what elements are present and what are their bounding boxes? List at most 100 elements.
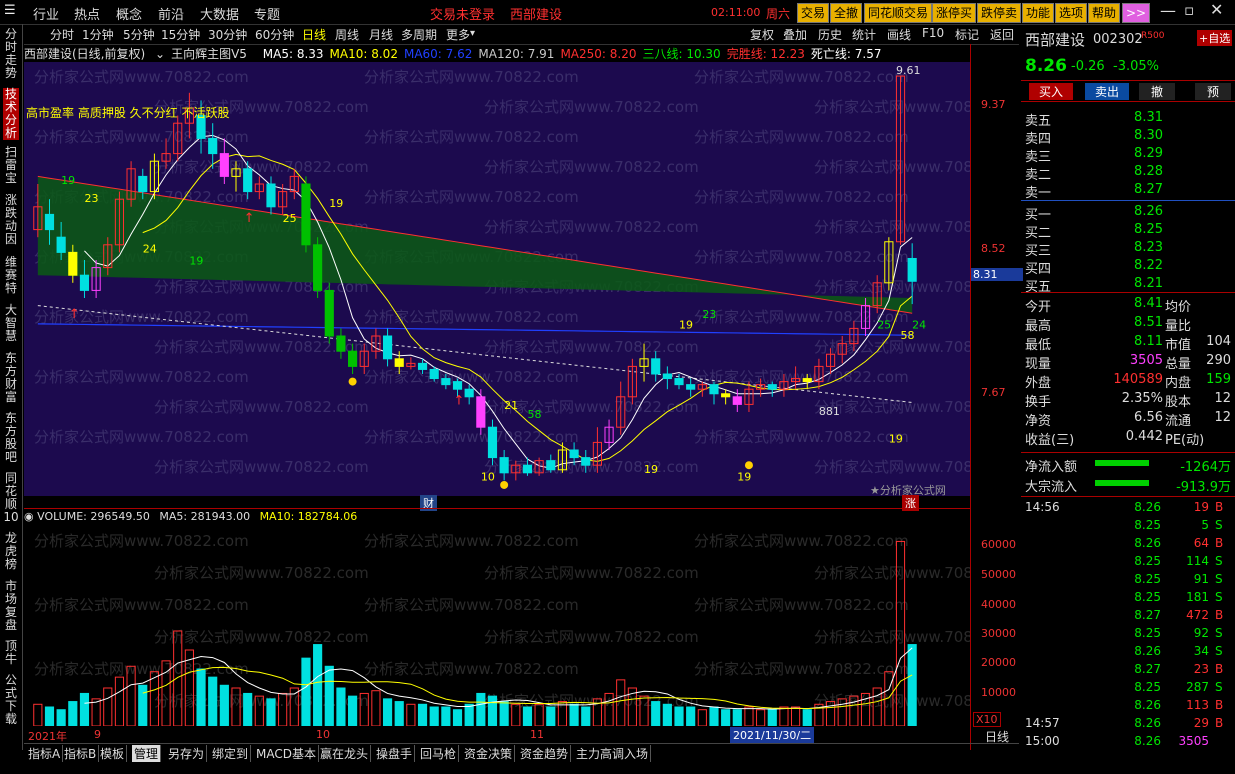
tick-row[interactable]: 8.25 92 S <box>1025 626 1231 644</box>
stat-row[interactable]: 净资 6.56 流通 12 <box>1025 410 1231 429</box>
tab-main-force[interactable]: 主力高调入场 <box>574 745 652 762</box>
menu-item-bigdata[interactable]: 大数据 <box>200 4 239 23</box>
ask-row[interactable]: 卖三 8.29 <box>1025 146 1231 165</box>
preorder-button[interactable]: 预 <box>1195 83 1232 100</box>
tick-row[interactable]: 8.27 472 B <box>1025 608 1231 626</box>
tab-save-as[interactable]: 另存为 <box>166 745 208 762</box>
withdraw-button[interactable]: 撤 <box>1139 83 1176 100</box>
stat-row[interactable]: 现量 3505 总量 290 <box>1025 353 1231 372</box>
period-timeshare[interactable]: 分时 <box>50 26 74 43</box>
tab-manage[interactable]: 管理 <box>132 745 162 762</box>
tick-row[interactable]: 8.26 34 S <box>1025 644 1231 662</box>
formula-name[interactable]: ⌄ 王向辉主图V5 <box>155 47 253 61</box>
period-multi[interactable]: 多周期 <box>401 26 437 43</box>
ask-row[interactable]: 卖二 8.28 <box>1025 164 1231 183</box>
tab-fund-trend[interactable]: 资金趋势 <box>518 745 572 762</box>
limit-down-sell-button[interactable]: 跌停卖 <box>977 3 1022 23</box>
tool-f10[interactable]: F10 <box>922 26 944 40</box>
options-button[interactable]: 选项 <box>1055 3 1088 23</box>
stat-row[interactable]: 最低 8.11 市值 104 <box>1025 334 1231 353</box>
period-30min[interactable]: 30分钟 <box>208 26 247 43</box>
tool-history[interactable]: 历史 <box>818 26 842 43</box>
tool-mark[interactable]: 标记 <box>955 26 979 43</box>
menu-item-concept[interactable]: 概念 <box>116 4 142 23</box>
tick-row[interactable]: 8.25 114 S <box>1025 554 1231 572</box>
ths-trade-button[interactable]: 同花顺交易 <box>864 3 933 23</box>
stat-row[interactable]: 今开 8.41 均价 <box>1025 296 1231 315</box>
period-1min[interactable]: 1分钟 <box>82 26 114 43</box>
bid-row[interactable]: 买四 8.22 <box>1025 258 1231 277</box>
tick-row[interactable]: 8.26 64 B <box>1025 536 1231 554</box>
tick-row[interactable]: 8.25 287 S <box>1025 680 1231 698</box>
tick-row[interactable]: 8.25 91 S <box>1025 572 1231 590</box>
stat-row[interactable]: 外盘 140589 内盘 159 <box>1025 372 1231 391</box>
login-status[interactable]: 交易未登录 <box>430 4 495 23</box>
tick-row[interactable]: 14:57 8.26 29 B <box>1025 716 1231 734</box>
tab-minesweeper[interactable]: 扫雷宝 <box>3 146 19 185</box>
chevron-down-icon[interactable]: ▾ <box>470 28 475 39</box>
tab-win-leader[interactable]: 赢在龙头 <box>318 745 372 762</box>
tab-technical[interactable]: 技术分析 <box>3 88 19 140</box>
tab-return-horse[interactable]: 回马枪 <box>418 745 460 762</box>
tab-indicator-a[interactable]: 指标A <box>26 745 64 762</box>
function-button[interactable]: 功能 <box>1022 3 1055 23</box>
tab-dragon-tiger[interactable]: 龙虎榜 <box>3 532 19 571</box>
menu-item-hot[interactable]: 热点 <box>74 4 100 23</box>
circle-toggle-icon[interactable]: ◉ <box>24 510 34 523</box>
tab-trader[interactable]: 操盘手 <box>374 745 416 762</box>
tab-template[interactable]: 模板 <box>98 745 128 762</box>
close-icon[interactable]: ✕ <box>1210 0 1223 19</box>
tab-indicator-b[interactable]: 指标B <box>62 745 100 762</box>
tab-change-reason[interactable]: 涨跌动因 <box>3 194 19 246</box>
tick-row[interactable]: 8.25 5 S <box>1025 518 1231 536</box>
tool-draw-line[interactable]: 画线 <box>887 26 911 43</box>
ask-row[interactable]: 卖五 8.31 <box>1025 110 1231 129</box>
tab-ths10[interactable]: 同花顺10 <box>3 472 19 524</box>
tab-guba[interactable]: 东方股吧 <box>3 412 19 464</box>
ask-row[interactable]: 卖一 8.27 <box>1025 182 1231 201</box>
tool-statistics[interactable]: 统计 <box>852 26 876 43</box>
tick-row[interactable]: 8.27 23 B <box>1025 662 1231 680</box>
maximize-icon[interactable]: ▫ <box>1184 1 1194 19</box>
menu-item-frontier[interactable]: 前沿 <box>158 4 184 23</box>
tab-dazhihui[interactable]: 大智慧 <box>3 304 19 343</box>
limit-up-buy-button[interactable]: 涨停买 <box>932 3 977 23</box>
cancel-all-button[interactable]: 全撤 <box>830 3 863 23</box>
more-button[interactable]: >> <box>1122 3 1151 23</box>
minimize-icon[interactable]: — <box>1160 1 1176 20</box>
tab-eastmoney[interactable]: 东方财富 <box>3 352 19 404</box>
period-monthly[interactable]: 月线 <box>369 26 393 43</box>
help-button[interactable]: 帮助 <box>1088 3 1121 23</box>
bid-row[interactable]: 买二 8.25 <box>1025 222 1231 241</box>
tab-weisaite[interactable]: 维赛特 <box>3 256 19 295</box>
menu-item-industry[interactable]: 行业 <box>33 4 59 23</box>
period-daily[interactable]: 日线 <box>302 26 326 43</box>
tab-macd-basic[interactable]: MACD基本 <box>254 745 319 762</box>
tick-row[interactable]: 14:56 8.26 19 B <box>1025 500 1231 518</box>
bid-row[interactable]: 买三 8.23 <box>1025 240 1231 259</box>
app-menu-icon[interactable]: ☰ <box>4 3 16 18</box>
main-chart-area[interactable]: 分析家公式网www.70822.com 分析家公式网www.70822.com 分析… <box>24 62 1029 497</box>
tab-formula-download[interactable]: 公式下载 <box>3 674 19 726</box>
period-more[interactable]: 更多 <box>446 26 470 43</box>
tab-top-bull[interactable]: 顶牛 <box>3 640 19 666</box>
menu-item-topic[interactable]: 专题 <box>254 4 280 23</box>
period-weekly[interactable]: 周线 <box>335 26 359 43</box>
tab-market-review[interactable]: 市场复盘 <box>3 580 19 632</box>
period-15min[interactable]: 15分钟 <box>161 26 200 43</box>
tool-back[interactable]: 返回 <box>990 26 1014 43</box>
period-5min[interactable]: 5分钟 <box>123 26 155 43</box>
tab-fund-decision[interactable]: 资金决策 <box>462 745 516 762</box>
sell-button[interactable]: 卖出 <box>1085 83 1130 100</box>
volume-chart-area[interactable]: 分析家公式网www.70822.com 分析家公式网www.70822.com 分析… <box>24 526 1029 727</box>
stat-row[interactable]: 最高 8.51 量比 <box>1025 315 1231 334</box>
trade-button[interactable]: 交易 <box>797 3 830 23</box>
stat-row[interactable]: 收益(三) 0.442 PE(动) <box>1025 429 1231 448</box>
tab-timeshare[interactable]: 分时走势 <box>3 28 19 80</box>
tool-restore-rights[interactable]: 复权 <box>750 26 774 43</box>
tab-bind-to[interactable]: 绑定到 <box>210 745 252 762</box>
period-60min[interactable]: 60分钟 <box>255 26 294 43</box>
tick-row[interactable]: 8.26 113 B <box>1025 698 1231 716</box>
tool-overlay[interactable]: 叠加 <box>783 26 807 43</box>
add-watchlist-button[interactable]: +自选 <box>1197 30 1233 46</box>
